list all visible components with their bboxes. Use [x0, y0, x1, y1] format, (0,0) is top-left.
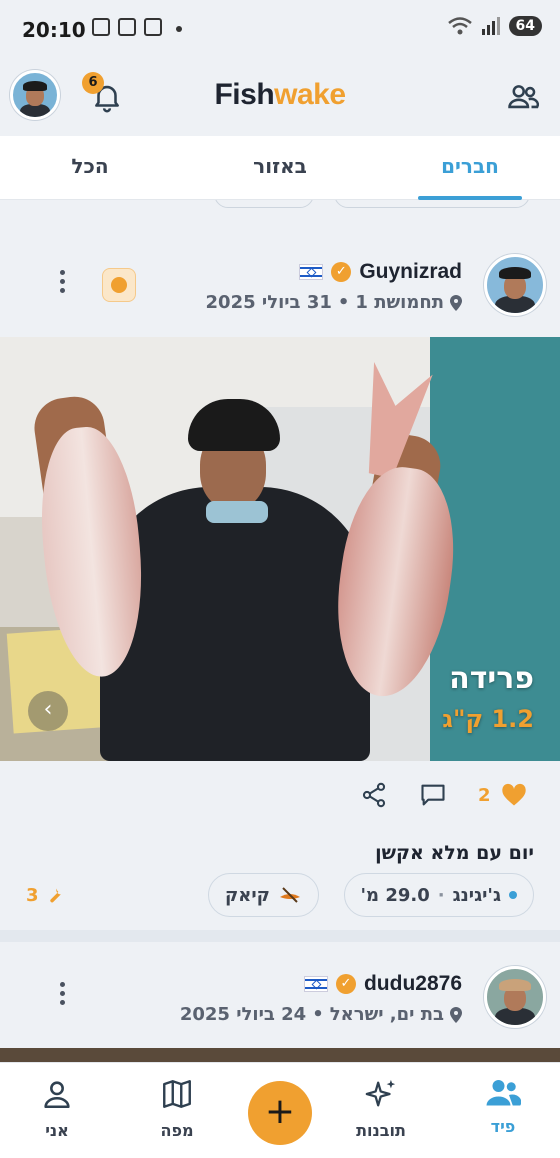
tab-all[interactable]: הכל: [20, 154, 160, 178]
status-system-icons: 64: [447, 16, 542, 36]
post-author-row: ✓ Guynizrad: [299, 260, 462, 284]
battery-icon: 64: [508, 16, 542, 36]
status-notification-icons: [92, 18, 182, 36]
app-header: 6 Fishwake: [0, 60, 560, 136]
heart-icon[interactable]: [500, 781, 528, 809]
verified-icon: ✓: [335, 974, 356, 994]
post-location: בת ים, ישראל: [329, 1004, 444, 1025]
app-logo: Fishwake: [214, 78, 346, 111]
filter-chip[interactable]: [214, 200, 314, 208]
post-card: ✓ Guynizrad תחמושת 1 • 31 ביולי 2025 פרי…: [0, 230, 560, 930]
post-header: ✓ dudu2876 בת ים, ישראל • 24 ביולי 2025: [0, 942, 560, 1042]
catch-species: פרידה: [449, 661, 534, 696]
kayak-icon: [279, 887, 300, 903]
gear-count[interactable]: 3: [26, 885, 65, 906]
location-pin-icon: [450, 1006, 462, 1023]
share-icon[interactable]: [360, 781, 388, 809]
plus-icon: +: [264, 1091, 296, 1132]
post-caption: יום עם מלא אקשן: [375, 842, 534, 864]
post-card: ✓ dudu2876 בת ים, ישראל • 24 ביולי 2025: [0, 942, 560, 1062]
filter-chips-row: [0, 200, 560, 216]
gallery-icon: [144, 18, 162, 36]
globe-icon: [111, 277, 127, 293]
catch-photo[interactable]: פרידה 1.2 ק"ג ‹: [0, 337, 560, 761]
israel-flag-icon: [299, 264, 324, 280]
calculator-icon: [92, 18, 110, 36]
technique-dot-icon: [509, 891, 517, 899]
filter-chip[interactable]: [334, 200, 530, 208]
add-catch-button[interactable]: +: [248, 1081, 312, 1145]
wrench-icon: [49, 888, 61, 902]
tab-nearby[interactable]: באזור: [210, 154, 350, 178]
israel-flag-icon: [303, 976, 328, 992]
vessel-chip[interactable]: קיאק: [208, 873, 319, 917]
meta-separator: •: [337, 292, 350, 313]
post-more-button[interactable]: [56, 270, 68, 300]
post-date: 31 ביולי 2025: [205, 292, 332, 313]
nav-insights[interactable]: תובנות: [336, 1077, 426, 1140]
location-pin-icon: [450, 294, 462, 311]
status-bar: 20:10 64: [0, 0, 560, 60]
verified-icon: ✓: [331, 262, 352, 282]
likes-count: 2: [478, 785, 491, 806]
person-icon: [44, 1081, 70, 1109]
catch-weight: 1.2 ק"ג: [442, 705, 534, 733]
post-meta: בת ים, ישראל • 24 ביולי 2025: [180, 1004, 462, 1025]
more-notifications-icon: [176, 26, 182, 32]
status-time: 20:10: [22, 18, 86, 42]
nav-me[interactable]: אני: [12, 1077, 102, 1140]
public-visibility-button[interactable]: [102, 268, 136, 302]
bottom-nav: פיד תובנות + מפה אני: [0, 1062, 560, 1158]
carousel-prev-button[interactable]: ‹: [28, 691, 68, 731]
tab-friends[interactable]: חברים: [400, 154, 540, 178]
friends-button[interactable]: [506, 80, 540, 114]
meta-separator: •: [312, 1004, 324, 1025]
post-actions: 2: [0, 761, 560, 831]
technique-chip[interactable]: ג'יגינג · 29.0 מ': [343, 873, 534, 917]
post-meta: תחמושת 1 • 31 ביולי 2025: [206, 292, 462, 313]
map-icon: [163, 1080, 191, 1108]
post-date: 24 ביולי 2025: [179, 1004, 307, 1025]
post-more-button[interactable]: [56, 982, 68, 1012]
signal-icon: [481, 17, 500, 35]
post-username[interactable]: dudu2876: [364, 972, 462, 996]
post-author-avatar[interactable]: [484, 966, 546, 1028]
post-author-row: ✓ dudu2876: [303, 972, 462, 996]
post-author-avatar[interactable]: [484, 254, 546, 316]
comment-icon[interactable]: [418, 781, 448, 809]
post-username[interactable]: Guynizrad: [359, 260, 462, 284]
post-location: תחמושת 1: [355, 292, 444, 313]
users-icon: [508, 85, 540, 109]
screenshot-icon: [118, 18, 136, 36]
users-icon: [486, 1080, 522, 1106]
sparkles-icon: [365, 1079, 396, 1107]
nav-feed[interactable]: פיד: [458, 1077, 548, 1136]
post-divider: [0, 930, 560, 942]
wifi-icon: [447, 17, 472, 35]
nav-map[interactable]: מפה: [132, 1077, 222, 1140]
post-header: ✓ Guynizrad תחמושת 1 • 31 ביולי 2025: [0, 230, 560, 330]
post-photo-peek: [0, 1048, 560, 1062]
feed-tabs: חברים באזור הכל: [0, 136, 560, 200]
